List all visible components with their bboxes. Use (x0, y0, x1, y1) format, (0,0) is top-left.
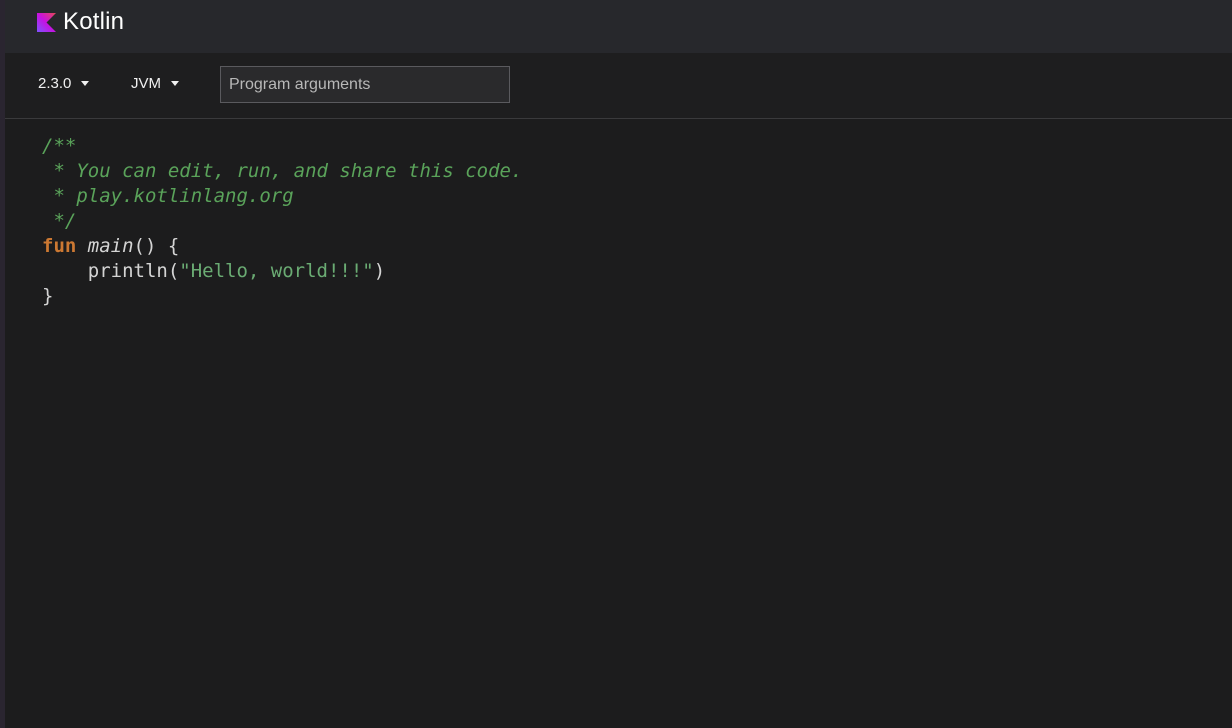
code-comment-line: */ (42, 210, 77, 232)
kotlin-logo[interactable]: Kotlin (37, 10, 124, 34)
code-closing-brace: } (42, 285, 54, 307)
platform-label: JVM (131, 75, 161, 92)
code-comment-line: /** (42, 135, 77, 157)
code-comment-line: * play.kotlinlang.org (42, 185, 294, 207)
code-editor[interactable]: /** * You can edit, run, and share this … (5, 119, 1232, 728)
code-comment-line: * You can edit, run, and share this code… (42, 160, 523, 182)
code-function-name: main (87, 235, 134, 257)
kotlin-logo-icon (37, 12, 56, 32)
code-punctuation: () { (133, 235, 180, 257)
chevron-down-icon (171, 81, 179, 86)
header-bar: Kotlin (5, 0, 1232, 53)
code-punctuation: ) (373, 260, 386, 282)
code-string-literal: "Hello, world!!!" (179, 260, 374, 282)
program-arguments-input[interactable] (220, 66, 510, 103)
version-dropdown[interactable]: 2.3.0 (38, 75, 90, 92)
chevron-down-icon (81, 81, 90, 86)
toolbar: 2.3.0 JVM (5, 53, 1232, 119)
logo-text: Kotlin (63, 8, 125, 35)
version-label: 2.3.0 (38, 75, 72, 92)
code-call: println( (42, 260, 180, 282)
platform-dropdown[interactable]: JVM (131, 75, 179, 92)
code-keyword-fun: fun (42, 235, 77, 257)
code-text[interactable]: /** * You can edit, run, and share this … (42, 134, 522, 309)
